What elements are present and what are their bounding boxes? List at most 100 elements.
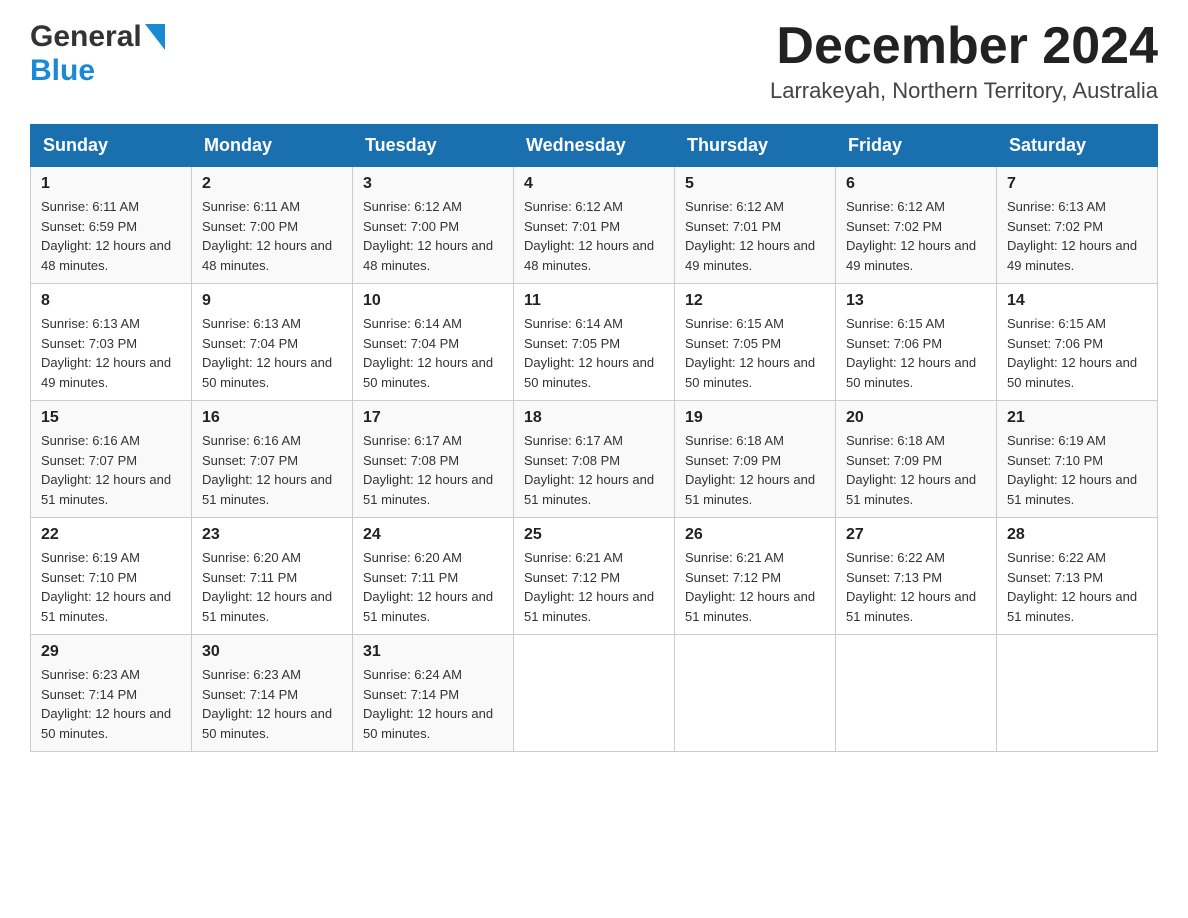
calendar-week-row: 1 Sunrise: 6:11 AMSunset: 6:59 PMDaylight… <box>31 167 1158 284</box>
day-number: 17 <box>363 409 503 427</box>
calendar-week-row: 15 Sunrise: 6:16 AMSunset: 7:07 PMDayligh… <box>31 401 1158 518</box>
day-info: Sunrise: 6:24 AMSunset: 7:14 PMDaylight:… <box>363 665 503 743</box>
table-row: 8 Sunrise: 6:13 AMSunset: 7:03 PMDaylight… <box>31 284 192 401</box>
day-info: Sunrise: 6:13 AMSunset: 7:02 PMDaylight:… <box>1007 197 1147 275</box>
table-row: 21 Sunrise: 6:19 AMSunset: 7:10 PMDayligh… <box>997 401 1158 518</box>
month-year-title: December 2024 <box>770 20 1158 72</box>
day-number: 19 <box>685 409 825 427</box>
day-number: 8 <box>41 292 181 310</box>
logo-arrow-icon <box>145 24 165 55</box>
table-row: 4Sunrise: 6:12 AMSunset: 7:01 PMDaylight… <box>514 167 675 284</box>
logo-general-text: General <box>30 20 142 54</box>
day-number: 7 <box>1007 175 1147 193</box>
table-row: 6 Sunrise: 6:12 AMSunset: 7:02 PMDaylight… <box>836 167 997 284</box>
header-thursday: Thursday <box>675 125 836 167</box>
header-tuesday: Tuesday <box>353 125 514 167</box>
day-info: Sunrise: 6:21 AMSunset: 7:12 PMDaylight:… <box>685 548 825 626</box>
day-number: 29 <box>41 643 181 661</box>
day-info: Sunrise: 6:23 AMSunset: 7:14 PMDaylight:… <box>202 665 342 743</box>
table-row: 19 Sunrise: 6:18 AMSunset: 7:09 PMDayligh… <box>675 401 836 518</box>
calendar-table: Sunday Monday Tuesday Wednesday Thursday… <box>30 124 1158 752</box>
logo: General Blue <box>30 20 165 88</box>
day-info: Sunrise: 6:14 AMSunset: 7:05 PMDaylight:… <box>524 314 664 392</box>
table-row: 18Sunrise: 6:17 AMSunset: 7:08 PMDayligh… <box>514 401 675 518</box>
day-number: 1 <box>41 175 181 193</box>
day-number: 11 <box>524 292 664 310</box>
header-sunday: Sunday <box>31 125 192 167</box>
day-info: Sunrise: 6:19 AMSunset: 7:10 PMDaylight:… <box>1007 431 1147 509</box>
day-info: Sunrise: 6:11 AMSunset: 6:59 PMDaylight:… <box>41 197 181 275</box>
day-number: 13 <box>846 292 986 310</box>
table-row: 17 Sunrise: 6:17 AMSunset: 7:08 PMDayligh… <box>353 401 514 518</box>
day-info: Sunrise: 6:12 AMSunset: 7:02 PMDaylight:… <box>846 197 986 275</box>
day-number: 3 <box>363 175 503 193</box>
day-number: 6 <box>846 175 986 193</box>
header-friday: Friday <box>836 125 997 167</box>
table-row: 25 Sunrise: 6:21 AMSunset: 7:12 PMDayligh… <box>514 518 675 635</box>
calendar-week-row: 29 Sunrise: 6:23 AMSunset: 7:14 PMDayligh… <box>31 635 1158 752</box>
day-info: Sunrise: 6:16 AMSunset: 7:07 PMDaylight:… <box>202 431 342 509</box>
day-number: 4 <box>524 175 664 193</box>
calendar-week-row: 8 Sunrise: 6:13 AMSunset: 7:03 PMDaylight… <box>31 284 1158 401</box>
day-info: Sunrise: 6:12 AMSunset: 7:00 PMDaylight:… <box>363 197 503 275</box>
day-number: 27 <box>846 526 986 544</box>
table-row: 28 Sunrise: 6:22 AMSunset: 7:13 PMDayligh… <box>997 518 1158 635</box>
table-row: 12 Sunrise: 6:15 AMSunset: 7:05 PMDayligh… <box>675 284 836 401</box>
logo-blue-text: Blue <box>30 54 95 88</box>
day-number: 21 <box>1007 409 1147 427</box>
day-number: 12 <box>685 292 825 310</box>
table-row: 20 Sunrise: 6:18 AMSunset: 7:09 PMDayligh… <box>836 401 997 518</box>
day-info: Sunrise: 6:14 AMSunset: 7:04 PMDaylight:… <box>363 314 503 392</box>
page-header: General Blue December 2024 Larrakeyah, N… <box>30 20 1158 104</box>
day-info: Sunrise: 6:12 AMSunset: 7:01 PMDaylight:… <box>685 197 825 275</box>
calendar-header-row: Sunday Monday Tuesday Wednesday Thursday… <box>31 125 1158 167</box>
day-number: 9 <box>202 292 342 310</box>
day-number: 14 <box>1007 292 1147 310</box>
day-info: Sunrise: 6:17 AMSunset: 7:08 PMDaylight:… <box>363 431 503 509</box>
header-monday: Monday <box>192 125 353 167</box>
day-number: 25 <box>524 526 664 544</box>
table-row: 14 Sunrise: 6:15 AMSunset: 7:06 PMDayligh… <box>997 284 1158 401</box>
day-number: 10 <box>363 292 503 310</box>
day-info: Sunrise: 6:18 AMSunset: 7:09 PMDaylight:… <box>846 431 986 509</box>
day-info: Sunrise: 6:15 AMSunset: 7:06 PMDaylight:… <box>1007 314 1147 392</box>
day-info: Sunrise: 6:15 AMSunset: 7:06 PMDaylight:… <box>846 314 986 392</box>
table-row: 26 Sunrise: 6:21 AMSunset: 7:12 PMDayligh… <box>675 518 836 635</box>
table-row: 11 Sunrise: 6:14 AMSunset: 7:05 PMDayligh… <box>514 284 675 401</box>
table-row: 29Sunrise: 6:23 AMSunset: 7:14 PMDayligh… <box>31 635 192 752</box>
day-number: 2 <box>202 175 342 193</box>
day-number: 24 <box>363 526 503 544</box>
table-row <box>997 635 1158 752</box>
calendar-week-row: 22Sunrise: 6:19 AMSunset: 7:10 PMDayligh… <box>31 518 1158 635</box>
location-subtitle: Larrakeyah, Northern Territory, Australi… <box>770 78 1158 104</box>
table-row: 3 Sunrise: 6:12 AMSunset: 7:00 PMDaylight… <box>353 167 514 284</box>
day-number: 26 <box>685 526 825 544</box>
day-info: Sunrise: 6:20 AMSunset: 7:11 PMDaylight:… <box>202 548 342 626</box>
table-row: 5 Sunrise: 6:12 AMSunset: 7:01 PMDaylight… <box>675 167 836 284</box>
table-row: 1 Sunrise: 6:11 AMSunset: 6:59 PMDaylight… <box>31 167 192 284</box>
day-number: 28 <box>1007 526 1147 544</box>
day-number: 15 <box>41 409 181 427</box>
day-number: 5 <box>685 175 825 193</box>
day-info: Sunrise: 6:20 AMSunset: 7:11 PMDaylight:… <box>363 548 503 626</box>
table-row: 31Sunrise: 6:24 AMSunset: 7:14 PMDayligh… <box>353 635 514 752</box>
table-row <box>514 635 675 752</box>
day-info: Sunrise: 6:21 AMSunset: 7:12 PMDaylight:… <box>524 548 664 626</box>
table-row: 16Sunrise: 6:16 AMSunset: 7:07 PMDayligh… <box>192 401 353 518</box>
day-info: Sunrise: 6:22 AMSunset: 7:13 PMDaylight:… <box>1007 548 1147 626</box>
day-info: Sunrise: 6:17 AMSunset: 7:08 PMDaylight:… <box>524 431 664 509</box>
table-row: 24 Sunrise: 6:20 AMSunset: 7:11 PMDayligh… <box>353 518 514 635</box>
header-wednesday: Wednesday <box>514 125 675 167</box>
day-info: Sunrise: 6:13 AMSunset: 7:04 PMDaylight:… <box>202 314 342 392</box>
table-row: 10 Sunrise: 6:14 AMSunset: 7:04 PMDayligh… <box>353 284 514 401</box>
day-info: Sunrise: 6:15 AMSunset: 7:05 PMDaylight:… <box>685 314 825 392</box>
table-row: 13 Sunrise: 6:15 AMSunset: 7:06 PMDayligh… <box>836 284 997 401</box>
table-row: 22Sunrise: 6:19 AMSunset: 7:10 PMDayligh… <box>31 518 192 635</box>
day-number: 23 <box>202 526 342 544</box>
day-info: Sunrise: 6:18 AMSunset: 7:09 PMDaylight:… <box>685 431 825 509</box>
table-row: 2 Sunrise: 6:11 AMSunset: 7:00 PMDaylight… <box>192 167 353 284</box>
day-info: Sunrise: 6:11 AMSunset: 7:00 PMDaylight:… <box>202 197 342 275</box>
day-number: 20 <box>846 409 986 427</box>
day-info: Sunrise: 6:13 AMSunset: 7:03 PMDaylight:… <box>41 314 181 392</box>
header-saturday: Saturday <box>997 125 1158 167</box>
